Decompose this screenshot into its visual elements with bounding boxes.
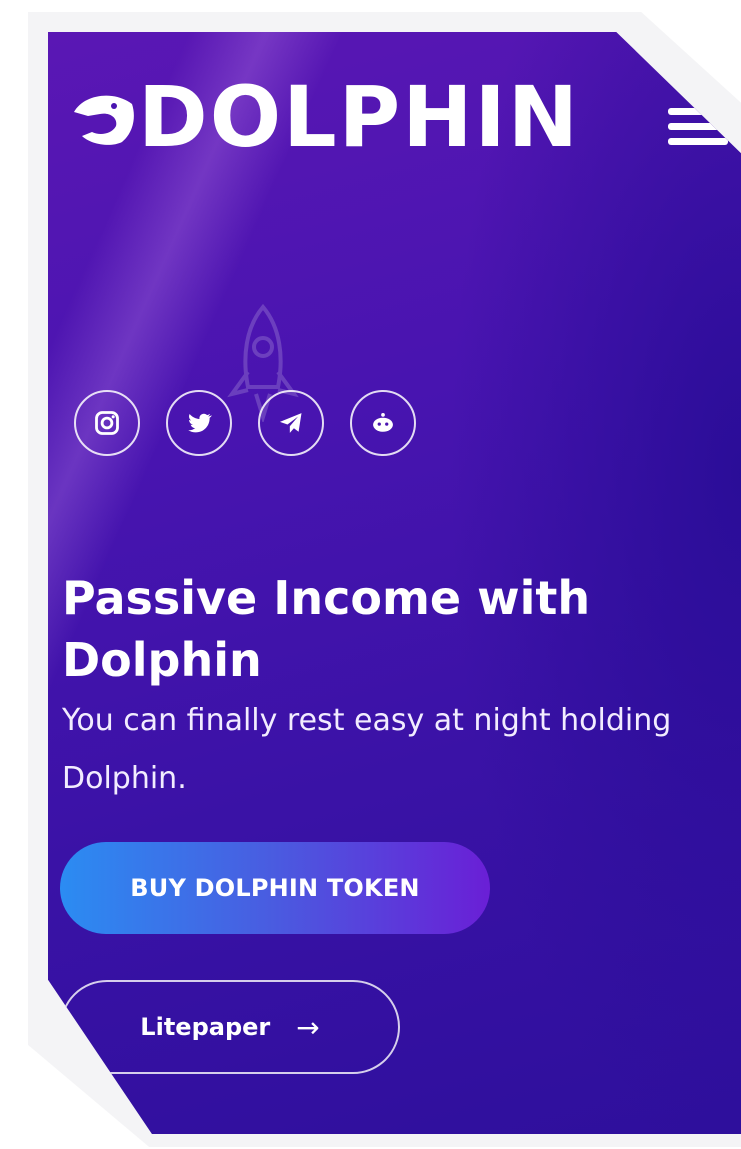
logo-wordmark: DOLPHIN (138, 68, 581, 166)
litepaper-button[interactable]: Litepaper → (60, 980, 400, 1074)
instagram-link[interactable] (74, 390, 140, 456)
instagram-icon (95, 411, 119, 435)
brand-logo[interactable]: DOLPHIN (70, 72, 580, 162)
telegram-icon (279, 413, 302, 433)
hero-subtext: You can finally rest easy at night holdi… (62, 703, 672, 796)
telegram-link[interactable] (258, 390, 324, 456)
twitter-icon (188, 413, 212, 433)
buy-token-button[interactable]: BUY DOLPHIN TOKEN (60, 842, 490, 934)
litepaper-label: Litepaper (140, 1013, 271, 1041)
arrow-right-icon: → (296, 1010, 320, 1044)
dolphin-logo-icon (74, 95, 134, 145)
hero-headline: Passive Income with Dolphin (62, 571, 591, 687)
twitter-link[interactable] (166, 390, 232, 456)
social-links (74, 390, 416, 456)
reddit-icon (373, 412, 393, 432)
buy-token-label: BUY DOLPHIN TOKEN (130, 874, 420, 902)
hero-section: DOLPHIN Passive Income with Dolphin You … (48, 32, 741, 1134)
reddit-link[interactable] (350, 390, 416, 456)
